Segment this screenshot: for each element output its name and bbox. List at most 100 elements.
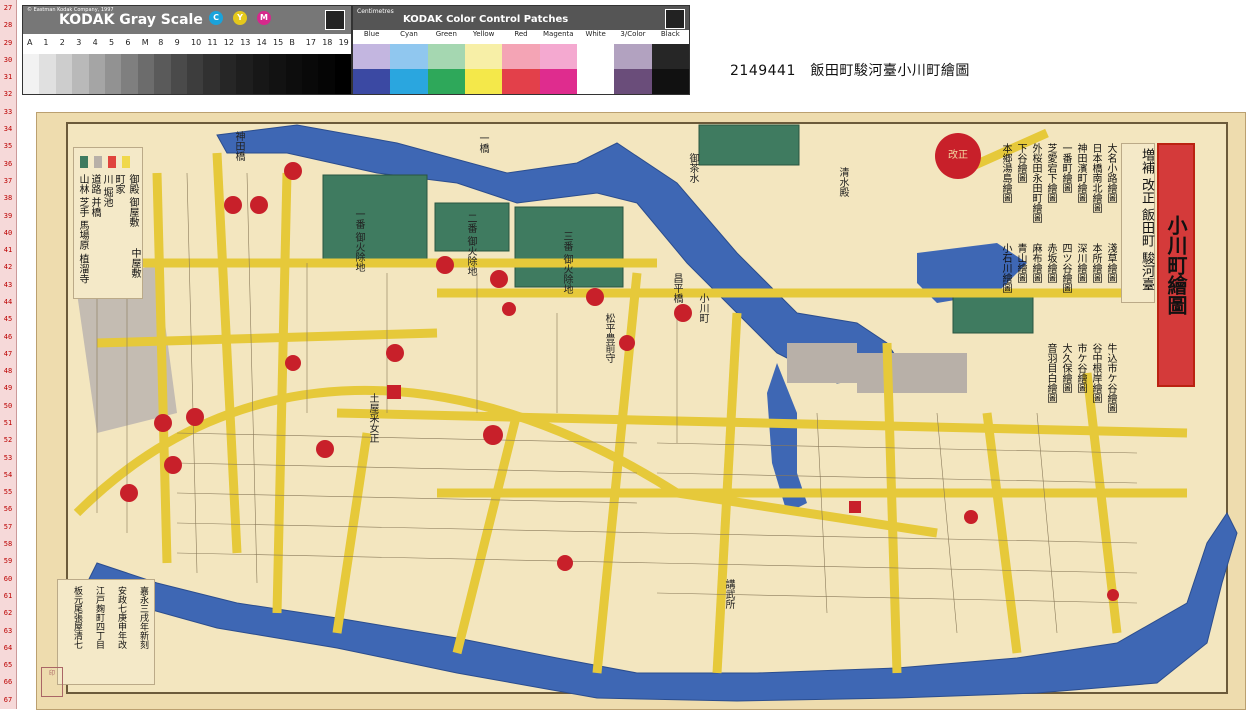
ruler-tick: 48 (3, 367, 13, 376)
legend-swatch (122, 156, 130, 168)
gray-step-label: 19 (338, 38, 349, 47)
index-entry: 青山繪圖 (1015, 243, 1026, 283)
map-legend: 御殿 御屋敷 町家 川 堀池 道路 并橋 中屋敷 山林 芝手 馬場原 植溜寺 (73, 147, 143, 299)
color-patch (502, 69, 540, 94)
ruler-tick: 39 (3, 211, 13, 220)
color-card-title: KODAK Color Control Patches (403, 14, 569, 25)
gray-step-label: 18 (322, 38, 333, 47)
legend-item: 道路 并橋 (89, 174, 100, 218)
index-entry: 本所繪圖 (1090, 243, 1101, 283)
color-patch (353, 44, 391, 69)
ruler-tick: 60 (3, 574, 13, 583)
ruler-tick: 64 (3, 643, 13, 652)
index-entry: 神田濱町繪圖 (1075, 143, 1086, 203)
ruler-tick: 40 (3, 228, 13, 237)
catalog-caption: 2149441 飯田町駿河臺小川町繪圖 (730, 63, 970, 79)
ruler-tick: 65 (3, 661, 13, 670)
gray-step (88, 54, 106, 94)
gray-step-label: 14 (256, 38, 267, 47)
collector-stamp: 印 (41, 667, 63, 697)
index-entry: 音羽目白繪圖 (1045, 343, 1056, 403)
index-entry: 牛込市ケ谷繪圖 (1105, 343, 1116, 413)
color-patch (614, 44, 652, 69)
publisher-line: 江戸麹町四丁目 (94, 586, 104, 649)
ruler-tick: 27 (3, 4, 13, 12)
ruler-tick: 59 (3, 557, 13, 566)
publisher-block: 嘉永三戌年新刻 安政七庚申年改 江戸麹町四丁目 板元尾張屋清七 (57, 579, 155, 685)
legend-item: 御殿 御屋敷 (127, 174, 138, 228)
place-label: 三番 御火除地 (561, 231, 572, 295)
ruler-tick: 63 (3, 626, 13, 635)
gray-step (137, 54, 155, 94)
index-entry: 市ケ谷繪圖 (1075, 343, 1086, 393)
gray-step-label: A (27, 38, 33, 47)
legend-item: 中屋敷 (129, 248, 140, 278)
gray-scale-header: © Eastman Kodak Company, 1997 KODAK Gray… (23, 6, 351, 34)
ruler-tick: 45 (3, 315, 13, 324)
gray-step-label: 4 (92, 38, 98, 47)
place-label: 土屋采女正 (367, 393, 378, 443)
gray-step (301, 54, 319, 94)
color-patch-column (353, 44, 391, 94)
ruler-tick: 41 (3, 246, 13, 255)
color-patch-column (539, 44, 577, 94)
ruler-tick: 58 (3, 540, 13, 549)
color-card-unit: Centimetres (357, 8, 394, 15)
gray-step-label: 17 (305, 38, 316, 47)
kodak-logo-icon (325, 10, 345, 30)
index-entry: 谷中根岸繪圖 (1090, 343, 1101, 403)
legend-swatch (80, 156, 88, 168)
map-title: 小川町繪圖 (1157, 143, 1195, 387)
index-entry: 下谷繪圖 (1015, 143, 1026, 183)
color-patch-column (464, 44, 503, 94)
legend-item: 山林 芝手 馬場原 植溜寺 (77, 174, 88, 284)
color-patch (539, 69, 577, 94)
gray-step-label: 1 (43, 38, 49, 47)
place-label: 一番 御火除地 (353, 209, 364, 273)
color-patch-column (576, 44, 615, 94)
color-patch (502, 44, 540, 69)
index-entry: 一番町繪圖 (1060, 143, 1071, 193)
ruler-tick: 53 (3, 453, 13, 462)
color-patch-label: Red (514, 30, 528, 38)
place-label: 清水殿 (837, 167, 848, 197)
yellow-dot: Y (233, 11, 247, 25)
gray-step (170, 54, 188, 94)
color-patch-label: Yellow (472, 30, 495, 38)
index-entry: 四ツ谷繪圖 (1060, 243, 1071, 293)
ruler-tick: 62 (3, 609, 13, 618)
index-entry: 赤坂繪圖 (1045, 243, 1056, 283)
magenta-dot: M (257, 11, 271, 25)
gray-step (55, 54, 73, 94)
gray-step (154, 54, 171, 94)
ruler-tick: 57 (3, 522, 13, 531)
estate-north (698, 124, 800, 166)
gray-step-label: B (289, 38, 295, 47)
crest-marker-square (387, 385, 401, 399)
crest-marker-square (849, 501, 861, 513)
estate-ichiban (322, 174, 428, 260)
index-entry: 大名小路繪圖 (1105, 143, 1116, 203)
ruler-tick: 46 (3, 332, 13, 341)
ruler-tick: 55 (3, 488, 13, 497)
gray-step-label: 2 (59, 38, 65, 47)
map-sheet: 一番 御火除地 二番 御火除地 三番 御火除地 清水殿 講武所 御茶水 昌平橋 … (36, 112, 1246, 710)
ruler-tick: 52 (3, 436, 13, 445)
left-ruler: 27 28 29 30 31 32 33 34 35 36 37 38 39 40 41 42 43 44 45 46… (0, 0, 17, 709)
index-entry: 小石川繪圖 (1000, 243, 1011, 293)
town-block (857, 353, 967, 393)
kodak-gray-scale: © Eastman Kodak Company, 1997 KODAK Gray… (22, 5, 352, 95)
gray-step (203, 54, 220, 94)
ruler-tick: 30 (3, 55, 13, 64)
publisher-seal: 改正 (935, 133, 981, 179)
ruler-tick: 61 (3, 591, 13, 600)
place-label: 御茶水 (687, 153, 698, 183)
ruler-tick: 34 (3, 125, 13, 134)
gray-step-label: 3 (76, 38, 82, 47)
ruler-tick: 44 (3, 297, 13, 306)
color-patch (539, 44, 577, 69)
gray-step-label: 13 (240, 38, 251, 47)
gray-scale-steps (23, 54, 352, 94)
ruler-tick: 33 (3, 107, 13, 116)
ruler-tick: 29 (3, 38, 13, 47)
